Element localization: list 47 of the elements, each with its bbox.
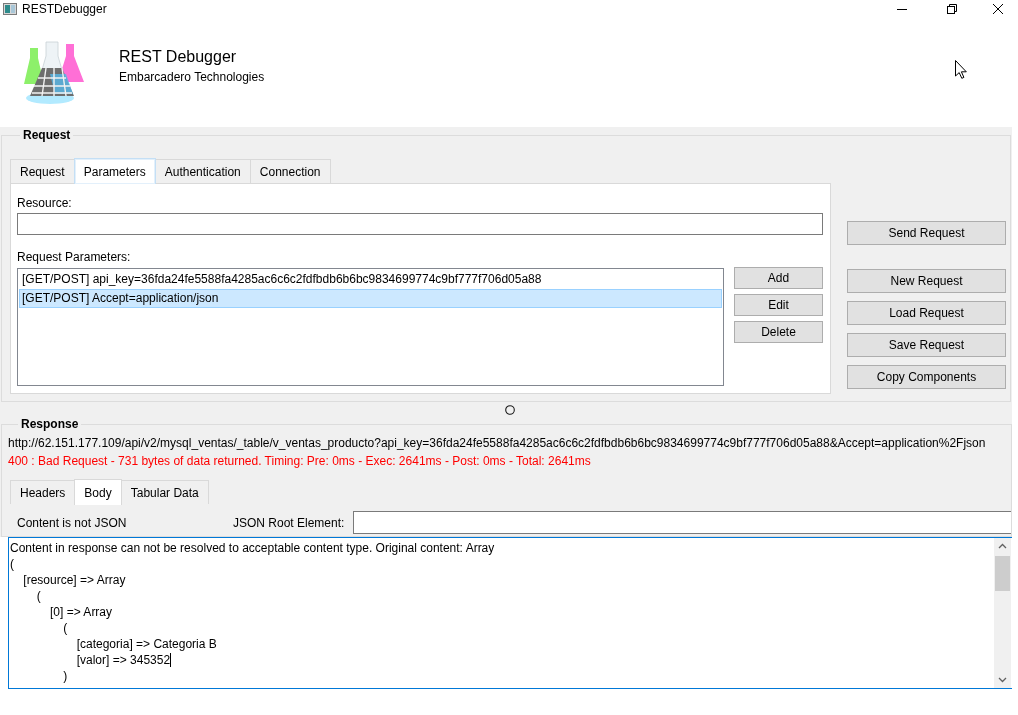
response-line: (	[35, 588, 41, 604]
restore-icon[interactable]	[947, 3, 957, 14]
list-item[interactable]: [GET/POST] Accept=application/json	[19, 289, 722, 308]
mouse-pointer-icon	[955, 60, 967, 79]
json-root-field[interactable]	[353, 511, 1011, 534]
response-line: Content in response can not be resolved to acceptable content type. Original content: Array	[10, 540, 495, 556]
list-action-button[interactable]: Edit	[734, 294, 823, 316]
response-line: [categoria] => Categoria B	[75, 636, 217, 652]
parameters-list[interactable]: [GET/POST] api_key=36fda24fe5588fa4285ac6c6c2fdfbdb6b6bc9834699774c9bf777f706d05a88 [GET/POST] Accept=application/json	[17, 268, 724, 386]
send-request-button[interactable]: Send Request	[847, 221, 1006, 245]
content-type-note: Content is not JSON	[17, 515, 128, 530]
resource-field[interactable]	[17, 213, 823, 235]
group-label: Request	[22, 128, 72, 142]
scrollbar[interactable]	[994, 538, 1011, 688]
field-label: JSON Root Element:	[233, 515, 346, 530]
action-button[interactable]: Save Request	[847, 333, 1006, 357]
response-line: )	[62, 668, 68, 684]
list-item[interactable]: [GET/POST] api_key=36fda24fe5588fa4285ac6c6c2fdfbdb6b6bc9834699774c9bf777f706d05a88	[19, 270, 722, 289]
response-line: [resource] => Array	[22, 572, 126, 588]
scrollbar-thumb[interactable]	[995, 556, 1010, 591]
action-button[interactable]: Load Request	[847, 301, 1006, 325]
response-body-field[interactable]: Content in response can not be resolved to acceptable content type. Original content: Array ( [resource] => Array ( [0] => Array ( [categoria] => Categoria B [valor] => 345352 )	[8, 537, 1012, 689]
window-title: RESTDebugger	[22, 1, 107, 16]
response-line: [valor] => 345352	[75, 652, 171, 668]
group-label: Response	[20, 417, 80, 431]
tab[interactable]: Body	[74, 479, 122, 505]
tab[interactable]: Parameters	[73, 158, 156, 184]
company-name: Embarcadero Technologies	[119, 70, 265, 84]
tab[interactable]: Headers	[10, 480, 76, 504]
list-action-button[interactable]: Delete	[734, 321, 823, 343]
status-message: 400 : Bad Request - 731 bytes of data returned. Timing: Pre: 0ms - Exec: 2641ms - Post: 0ms - Total: 2641ms	[8, 453, 592, 470]
field-label: Request Parameters:	[17, 250, 132, 264]
response-line: (	[10, 556, 14, 572]
app-icon	[3, 2, 17, 15]
close-icon[interactable]	[993, 3, 1003, 14]
response-line: (	[62, 620, 68, 636]
request-url: http://62.151.177.109/api/v2/mysql_ventas/_table/v_ventas_producto?api_key=36fda24fe5588fa4285ac6c6c2fdfbdb6b6bc9834699774c9bf777f706d05a88&Accept=application%2Fjson	[8, 435, 987, 452]
action-button[interactable]: Copy Components	[847, 365, 1006, 389]
tab[interactable]: Tabular Data	[120, 480, 209, 504]
tab[interactable]: Request	[10, 159, 75, 183]
splitter-grip-icon[interactable]	[505, 405, 515, 415]
field-label: Resource:	[17, 196, 73, 210]
response-line: [0] => Array	[49, 604, 113, 620]
action-button[interactable]: New Request	[847, 269, 1006, 293]
tab[interactable]: Connection	[249, 159, 331, 183]
app-title: REST Debugger	[119, 47, 238, 67]
list-action-button[interactable]: Add	[734, 267, 823, 289]
